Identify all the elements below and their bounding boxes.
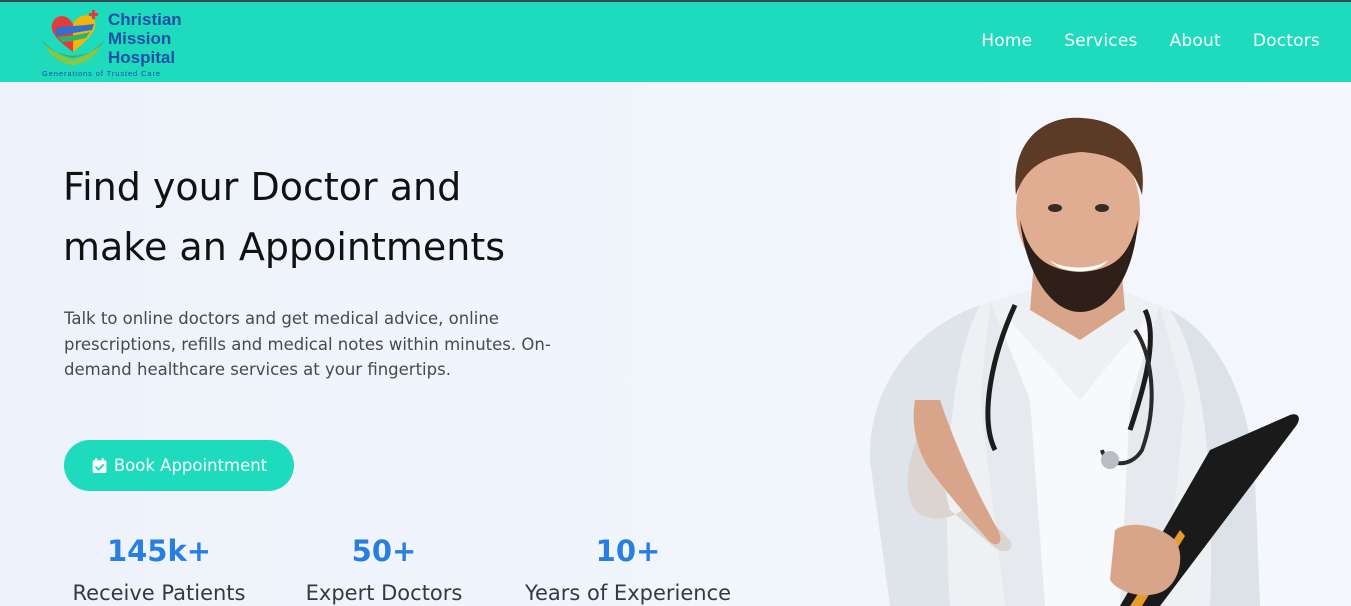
brand-name-line-3: Hospital [108,48,176,67]
stat-value: 10+ [595,534,661,568]
stat-label: Expert Doctors [305,581,463,605]
book-appointment-button[interactable]: Book Appointment [64,440,294,491]
nav-home-link[interactable]: Home [981,31,1032,51]
brand-name-line-1: Christian [108,10,182,29]
stat-experience: 10+ Years of Experience [515,532,741,606]
page: Christian Mission Hospital Generations o… [0,0,1351,606]
nav-doctors-link[interactable]: Doctors [1253,31,1320,51]
stat-doctors: 50+ Expert Doctors [300,532,468,606]
stat-value: 50+ [351,534,417,568]
hero-title-line-1: Find your Doctor and [63,165,462,209]
brand-name-line-2: Mission [108,29,172,48]
nav-services-link[interactable]: Services [1064,31,1137,51]
stat-label: Years of Experience [524,581,732,605]
brand-tagline: Generations of Trusted Care [42,69,161,78]
navbar: Christian Mission Hospital Generations o… [0,0,1351,82]
stat-label: Receive Patients [72,581,246,605]
main-nav: Home Services About Doctors [981,31,1320,51]
heart-hands-logo-icon [42,10,104,65]
calendar-check-icon [92,458,107,473]
book-appointment-label: Book Appointment [113,456,268,475]
hero-title: Find your Doctor and make an Appointment… [63,157,583,277]
logo[interactable]: Christian Mission Hospital Generations o… [40,8,210,80]
nav-about-link[interactable]: About [1170,31,1221,51]
hero-description: Talk to online doctors and get medical a… [64,309,551,379]
stat-value: 145k+ [106,534,212,568]
brand-name: Christian Mission Hospital [108,10,182,67]
hero-title-line-2: make an Appointments [63,225,506,269]
doctor-hero-image [869,117,1299,606]
stat-patients: 145k+ Receive Patients [64,532,254,606]
